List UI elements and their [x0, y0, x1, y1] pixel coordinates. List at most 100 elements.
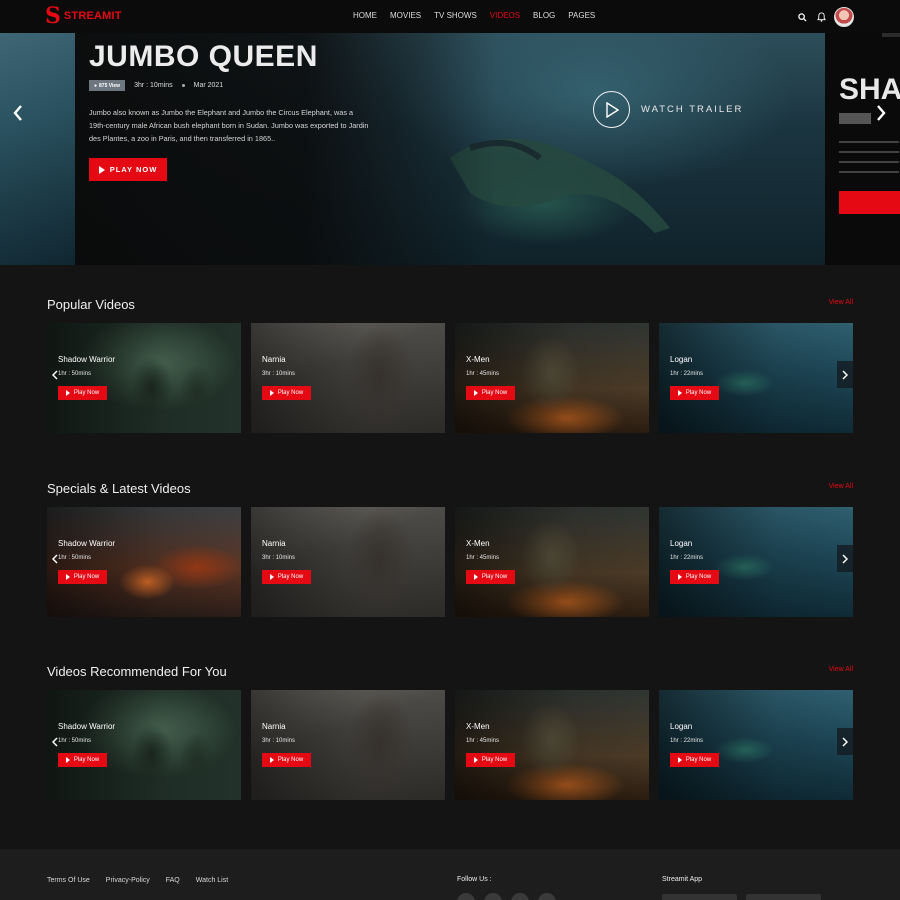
hero-meta: ● 875 View 3hr : 10mins Mar 2021: [89, 80, 223, 91]
footer-link-watch-list[interactable]: Watch List: [196, 877, 228, 884]
nav-tv-shows[interactable]: TV SHOWS: [434, 11, 477, 20]
card-overlay: [659, 507, 853, 617]
card-title: Logan: [670, 539, 693, 548]
video-card[interactable]: Shadow Warrior 1hr : 50mins Play Now: [47, 507, 241, 617]
search-icon[interactable]: [795, 10, 809, 24]
video-card[interactable]: Shadow Warrior 1hr : 50mins Play Now: [47, 690, 241, 800]
card-title: X-Men: [466, 355, 490, 364]
video-card[interactable]: Narnia 3hr : 10mins Play Now: [251, 323, 445, 433]
card-duration: 1hr : 50mins: [58, 371, 92, 377]
video-card[interactable]: Logan 1hr : 22mins Play Now: [659, 323, 853, 433]
chevron-right-icon: [842, 736, 848, 747]
card-play-label: Play Now: [685, 757, 712, 763]
card-play-button[interactable]: Play Now: [58, 570, 107, 584]
card-play-button[interactable]: Play Now: [466, 753, 515, 767]
card-overlay: [455, 507, 649, 617]
video-card[interactable]: Shadow Warrior 1hr : 50mins Play Now: [47, 323, 241, 433]
play-icon: [269, 757, 274, 763]
play-icon: [677, 757, 682, 763]
carousel-next-arrow[interactable]: [837, 361, 853, 388]
chevron-left-icon: [52, 554, 58, 564]
card-play-button[interactable]: Play Now: [262, 570, 311, 584]
facebook-icon[interactable]: [457, 893, 475, 900]
main-nav: HOME MOVIES TV SHOWS VIDEOS BLOG PAGES: [353, 11, 608, 20]
section-title: Specials & Latest Videos: [47, 481, 191, 496]
card-duration: 3hr : 10mins: [262, 738, 296, 744]
video-card[interactable]: X-Men 1hr : 45mins Play Now: [455, 690, 649, 800]
nav-blog[interactable]: BLOG: [533, 11, 555, 20]
logo-text: STREAMIT: [63, 10, 122, 22]
carousel-prev-arrow[interactable]: [50, 552, 60, 566]
play-icon: [473, 574, 478, 580]
avatar[interactable]: [834, 7, 854, 27]
video-card[interactable]: Logan 1hr : 22mins Play Now: [659, 507, 853, 617]
follow-us-label: Follow Us :: [457, 876, 492, 883]
logo[interactable]: S STREAMIT: [45, 5, 122, 27]
video-card[interactable]: Narnia 3hr : 10mins Play Now: [251, 507, 445, 617]
github-icon[interactable]: [511, 893, 529, 900]
carousel-prev-arrow[interactable]: [50, 368, 60, 382]
twitter-icon[interactable]: [484, 893, 502, 900]
card-duration: 3hr : 10mins: [262, 555, 296, 561]
card-title: X-Men: [466, 722, 490, 731]
card-overlay: [455, 690, 649, 800]
card-play-label: Play Now: [481, 390, 508, 396]
section-title: Popular Videos: [47, 297, 135, 312]
play-icon: [677, 390, 682, 396]
card-play-button[interactable]: Play Now: [262, 753, 311, 767]
bell-icon[interactable]: [814, 10, 828, 24]
hero-prev-arrow[interactable]: [8, 101, 28, 125]
carousel-next-arrow[interactable]: [837, 545, 853, 572]
eye-icon: ●: [94, 82, 98, 89]
next-slide-play-button[interactable]: [839, 191, 900, 214]
card-play-button[interactable]: Play Now: [670, 753, 719, 767]
card-duration: 1hr : 45mins: [466, 555, 500, 561]
nav-pages[interactable]: PAGES: [568, 11, 595, 20]
card-play-label: Play Now: [685, 390, 712, 396]
hero-next-arrow[interactable]: [871, 101, 891, 125]
video-card[interactable]: X-Men 1hr : 45mins Play Now: [455, 507, 649, 617]
nav-videos[interactable]: VIDEOS: [490, 11, 520, 20]
card-play-button[interactable]: Play Now: [58, 386, 107, 400]
play-now-button[interactable]: PLAY NOW: [89, 158, 167, 181]
card-play-label: Play Now: [481, 574, 508, 580]
card-overlay: [659, 690, 853, 800]
nav-home[interactable]: HOME: [353, 11, 377, 20]
footer-link-terms[interactable]: Terms Of Use: [47, 877, 90, 884]
footer-link-privacy[interactable]: Privacy-Policy: [106, 877, 150, 884]
video-card[interactable]: X-Men 1hr : 45mins Play Now: [455, 323, 649, 433]
card-play-label: Play Now: [481, 757, 508, 763]
card-play-button[interactable]: Play Now: [670, 386, 719, 400]
card-duration: 1hr : 50mins: [58, 738, 92, 744]
meta-separator: [181, 84, 185, 87]
card-play-button[interactable]: Play Now: [466, 386, 515, 400]
card-play-label: Play Now: [73, 757, 100, 763]
app-store-button[interactable]: [746, 894, 821, 900]
instagram-icon[interactable]: [538, 893, 556, 900]
card-play-button[interactable]: Play Now: [262, 386, 311, 400]
hero-description: Jumbo also known as Jumbo the Elephant a…: [89, 108, 369, 143]
card-play-button[interactable]: Play Now: [670, 570, 719, 584]
play-icon: [473, 390, 478, 396]
card-play-button[interactable]: Play Now: [466, 570, 515, 584]
footer-link-faq[interactable]: FAQ: [166, 877, 180, 884]
view-all-link[interactable]: View All: [829, 666, 853, 673]
video-card[interactable]: Logan 1hr : 22mins Play Now: [659, 690, 853, 800]
view-all-link[interactable]: View All: [829, 299, 853, 306]
google-play-button[interactable]: [662, 894, 737, 900]
card-play-label: Play Now: [685, 574, 712, 580]
card-play-button[interactable]: Play Now: [58, 753, 107, 767]
play-icon: [269, 390, 274, 396]
card-duration: 1hr : 22mins: [670, 371, 704, 377]
card-overlay: [455, 323, 649, 433]
hero-next-slide-preview[interactable]: SHA: [825, 33, 900, 265]
views-badge: ● 875 View: [89, 80, 126, 91]
video-card[interactable]: Narnia 3hr : 10mins Play Now: [251, 690, 445, 800]
card-title: Shadow Warrior: [58, 355, 116, 364]
nav-movies[interactable]: MOVIES: [390, 11, 421, 20]
view-all-link[interactable]: View All: [829, 483, 853, 490]
carousel-prev-arrow[interactable]: [50, 735, 60, 749]
card-overlay: [659, 323, 853, 433]
carousel-next-arrow[interactable]: [837, 728, 853, 755]
watch-trailer-button[interactable]: WATCH TRAILER: [593, 91, 743, 128]
